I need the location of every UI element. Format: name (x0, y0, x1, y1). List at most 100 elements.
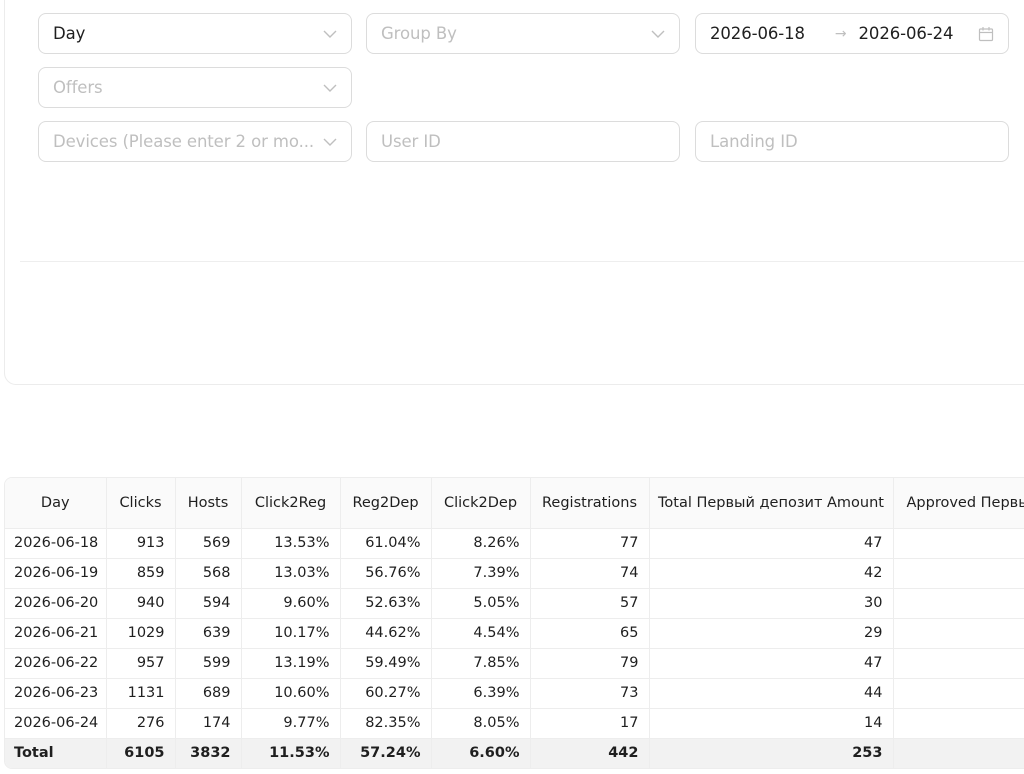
filter-card (4, 0, 1024, 385)
cell-hosts: 569 (175, 528, 242, 559)
chevron-down-icon (323, 30, 337, 38)
cell-clicks: 913 (106, 528, 176, 559)
total-cell-clicks: 6105 (106, 738, 176, 768)
total-cell-total-deposit-amount: 253 (649, 738, 894, 768)
cell-day: 2026-06-22 (5, 648, 107, 679)
table-row[interactable]: 2026-06-24 276 174 9.77% 82.35% 8.05% 17 14 (5, 708, 1024, 739)
column-header-registrations[interactable]: Registrations (530, 478, 650, 529)
table-row[interactable]: 2026-06-22 957 599 13.19% 59.49% 7.85% 79 47 (5, 648, 1024, 679)
cell-registrations: 57 (530, 588, 650, 619)
cell-hosts: 568 (175, 558, 242, 589)
table-header-row: Day Clicks Hosts Click2Reg Reg2Dep Click… (5, 478, 1024, 529)
date-range-end[interactable]: 2026-06-24 (859, 24, 954, 43)
cell-day: 2026-06-23 (5, 678, 107, 709)
cell-day: 2026-06-20 (5, 588, 107, 619)
column-header-clicks[interactable]: Clicks (106, 478, 176, 529)
cell-approved-deposit-amount (893, 708, 1024, 739)
table-row[interactable]: 2026-06-23 1131 689 10.60% 60.27% 6.39% 73 44 (5, 678, 1024, 709)
user-id-placeholder: User ID (381, 132, 441, 151)
total-cell-hosts: 3832 (175, 738, 242, 768)
cell-approved-deposit-amount (893, 618, 1024, 649)
table-row[interactable]: 2026-06-19 859 568 13.03% 56.76% 7.39% 74 42 (5, 558, 1024, 589)
landing-id-input[interactable]: Landing ID (695, 121, 1009, 162)
calendar-icon[interactable] (978, 26, 994, 42)
chevron-down-icon (323, 138, 337, 146)
cell-clicks: 276 (106, 708, 176, 739)
total-cell-approved-deposit-amount (893, 738, 1024, 768)
cell-approved-deposit-amount (893, 648, 1024, 679)
period-select[interactable]: Day (38, 13, 352, 54)
cell-total-deposit-amount: 47 (649, 648, 894, 679)
stats-table: Day Clicks Hosts Click2Reg Reg2Dep Click… (4, 477, 1024, 769)
cell-clicks: 859 (106, 558, 176, 589)
column-header-hosts[interactable]: Hosts (175, 478, 242, 529)
cell-total-deposit-amount: 14 (649, 708, 894, 739)
cell-click2dep: 4.54% (431, 618, 531, 649)
cell-reg2dep: 59.49% (340, 648, 432, 679)
cell-approved-deposit-amount (893, 558, 1024, 589)
cell-day: 2026-06-19 (5, 558, 107, 589)
devices-select[interactable]: Devices (Please enter 2 or mo... (38, 121, 352, 162)
column-header-click2reg[interactable]: Click2Reg (241, 478, 341, 529)
cell-click2reg: 13.19% (241, 648, 341, 679)
total-cell-reg2dep: 57.24% (340, 738, 432, 768)
cell-clicks: 957 (106, 648, 176, 679)
group-by-select[interactable]: Group By (366, 13, 680, 54)
cell-click2dep: 8.05% (431, 708, 531, 739)
cell-approved-deposit-amount (893, 528, 1024, 559)
cell-registrations: 73 (530, 678, 650, 709)
column-header-day[interactable]: Day (5, 478, 107, 529)
cell-approved-deposit-amount (893, 678, 1024, 709)
cell-hosts: 689 (175, 678, 242, 709)
cell-total-deposit-amount: 30 (649, 588, 894, 619)
cell-total-deposit-amount: 42 (649, 558, 894, 589)
column-header-click2dep[interactable]: Click2Dep (431, 478, 531, 529)
cell-clicks: 1029 (106, 618, 176, 649)
column-header-approved-deposit-amount[interactable]: Approved Первый депозит Amount (893, 478, 1024, 529)
table-total-row: Total 6105 3832 11.53% 57.24% 6.60% 442 253 (5, 738, 1024, 768)
landing-id-placeholder: Landing ID (710, 132, 798, 151)
cell-day: 2026-06-18 (5, 528, 107, 559)
cell-reg2dep: 61.04% (340, 528, 432, 559)
cell-reg2dep: 82.35% (340, 708, 432, 739)
cell-clicks: 940 (106, 588, 176, 619)
table-row[interactable]: 2026-06-20 940 594 9.60% 52.63% 5.05% 57 30 (5, 588, 1024, 619)
total-cell-click2dep: 6.60% (431, 738, 531, 768)
cell-reg2dep: 44.62% (340, 618, 432, 649)
cell-hosts: 599 (175, 648, 242, 679)
cell-registrations: 79 (530, 648, 650, 679)
table-row[interactable]: 2026-06-18 913 569 13.53% 61.04% 8.26% 77 47 (5, 528, 1024, 559)
cell-total-deposit-amount: 44 (649, 678, 894, 709)
cell-click2reg: 10.17% (241, 618, 341, 649)
column-header-total-deposit-amount[interactable]: Total Первый депозит Amount (649, 478, 894, 529)
devices-placeholder: Devices (Please enter 2 or mo... (53, 132, 315, 151)
cell-click2dep: 8.26% (431, 528, 531, 559)
group-by-placeholder: Group By (381, 24, 457, 43)
cell-click2dep: 7.85% (431, 648, 531, 679)
chevron-down-icon (651, 30, 665, 38)
offers-select[interactable]: Offers (38, 67, 352, 108)
table-row[interactable]: 2026-06-21 1029 639 10.17% 44.62% 4.54% 65 29 (5, 618, 1024, 649)
cell-approved-deposit-amount (893, 588, 1024, 619)
cell-total-deposit-amount: 47 (649, 528, 894, 559)
cell-registrations: 74 (530, 558, 650, 589)
cell-registrations: 77 (530, 528, 650, 559)
cell-click2reg: 9.60% (241, 588, 341, 619)
date-range-picker[interactable]: 2026-06-18 → 2026-06-24 (695, 13, 1009, 54)
date-range-start[interactable]: 2026-06-18 (710, 24, 805, 43)
column-header-reg2dep[interactable]: Reg2Dep (340, 478, 432, 529)
cell-hosts: 639 (175, 618, 242, 649)
cell-day: 2026-06-21 (5, 618, 107, 649)
cell-click2dep: 7.39% (431, 558, 531, 589)
divider (20, 261, 1024, 262)
user-id-input[interactable]: User ID (366, 121, 680, 162)
cell-reg2dep: 56.76% (340, 558, 432, 589)
cell-click2reg: 13.53% (241, 528, 341, 559)
arrow-right-icon: → (834, 25, 847, 42)
cell-reg2dep: 52.63% (340, 588, 432, 619)
cell-clicks: 1131 (106, 678, 176, 709)
cell-registrations: 17 (530, 708, 650, 739)
cell-click2reg: 10.60% (241, 678, 341, 709)
total-cell-click2reg: 11.53% (241, 738, 341, 768)
cell-click2dep: 5.05% (431, 588, 531, 619)
